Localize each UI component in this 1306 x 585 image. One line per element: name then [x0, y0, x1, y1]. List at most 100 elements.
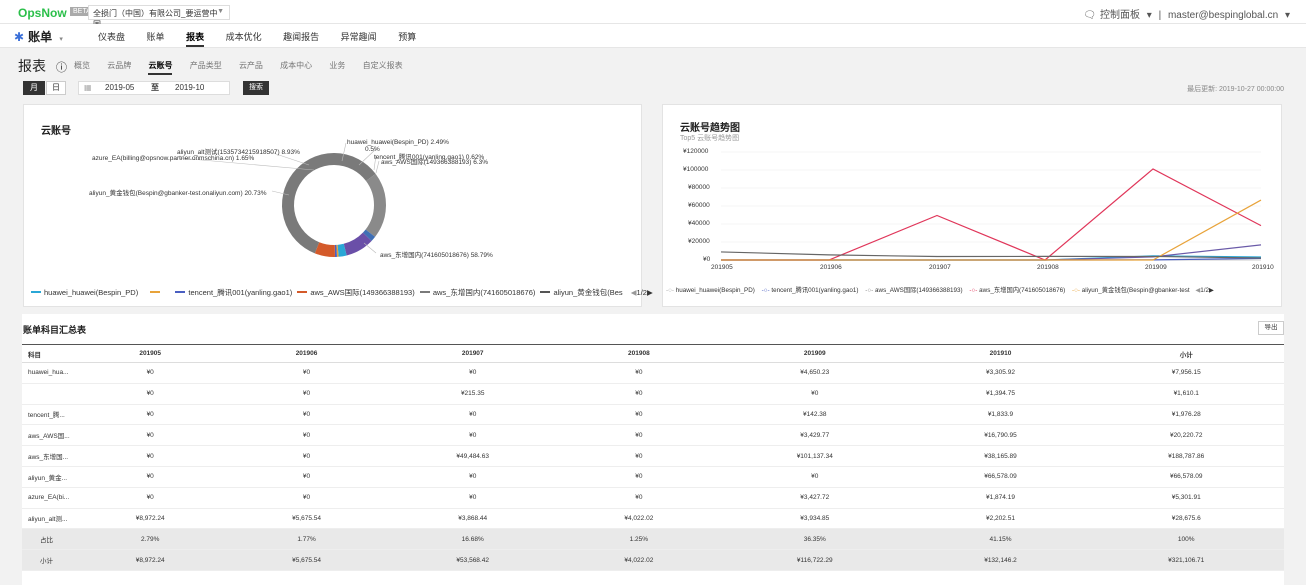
table-cell: ¥0 [560, 445, 718, 467]
column-header[interactable]: 201910 [912, 344, 1089, 363]
legend-item[interactable]: aws_AWS国际(149366388193) [875, 287, 963, 294]
table-cell: 1.25% [560, 528, 718, 551]
table-cell: ¥8,972.24 [72, 549, 229, 571]
legend-item[interactable]: aws_AWS国际(149366388193) [310, 288, 414, 297]
table-cell: ¥20,220.72 [1088, 424, 1284, 447]
tab-business[interactable]: 业务 [329, 61, 345, 70]
search-button[interactable]: 搜索 [243, 81, 269, 95]
legend-item[interactable]: aliyun_黄金钱包(Bespin@gbanker-test [1082, 287, 1190, 294]
nav-item-insight-report[interactable]: 趣闻报告 [283, 32, 319, 42]
table-cell: ¥3,868.44 [384, 508, 561, 530]
series-line[interactable] [720, 251, 1262, 259]
column-header[interactable]: 201907 [384, 344, 561, 363]
table-cell: ¥0 [228, 362, 385, 384]
column-header[interactable]: 201906 [228, 344, 385, 363]
line-chart [720, 151, 1262, 261]
tab-cloud-product[interactable]: 云产品 [239, 61, 263, 70]
legend-marker [175, 291, 186, 294]
y-tick-label: ¥40000 [688, 220, 710, 227]
series-line[interactable] [721, 244, 1262, 261]
donut-slice[interactable] [365, 173, 386, 237]
user-menu[interactable]: master@bespinglobal.cn [1168, 10, 1278, 21]
legend-marker [540, 291, 551, 294]
legend-item[interactable]: aws_东增国内(741605018676) [979, 287, 1065, 294]
tab-product-type[interactable]: 产品类型 [190, 61, 222, 70]
column-header[interactable]: 201909 [717, 344, 913, 363]
table-cell: ¥28,675.6 [1088, 508, 1284, 530]
app-switcher[interactable]: ✱ 账单 ▾ [14, 28, 63, 45]
legend-item[interactable]: tencent_腾讯001(yanling.gao1) [188, 288, 292, 297]
nav-item-bill[interactable]: 账单 [147, 32, 165, 42]
legend-item[interactable]: aliyun_黄金钱包(Bes [553, 288, 622, 297]
chevron-down-icon[interactable]: ▾ [1147, 10, 1152, 21]
nav-item-anomaly[interactable]: 异常趣闻 [341, 32, 377, 42]
legend-item[interactable]: aws_东增国内(741605018676) [433, 288, 536, 297]
donut-slice[interactable] [314, 242, 336, 257]
nav-item-dashboard[interactable]: 仪表盘 [98, 32, 125, 42]
table-cell: ¥5,675.54 [228, 508, 385, 530]
table-cell: ¥7,956.15 [1088, 362, 1284, 384]
tab-overview[interactable]: 概览 [74, 61, 90, 70]
legend-marker: -○- [969, 287, 978, 294]
legend-item[interactable]: huawei_huawei(Bespin_PD) [676, 287, 755, 294]
column-header[interactable]: 科目 [22, 344, 72, 363]
nav-item-cost-optimization[interactable]: 成本优化 [226, 32, 262, 42]
last-update-text: 最后更新: 2019-10-27 00:00:00 [1187, 86, 1284, 93]
table-cell: ¥0 [72, 445, 229, 467]
legend-marker: -○- [865, 287, 874, 294]
chevron-down-icon[interactable]: ▾ [1285, 10, 1290, 21]
tab-cloud-account[interactable]: 云账号 [148, 61, 173, 75]
table-cell: ¥3,429.77 [717, 424, 913, 447]
table-cell: ¥0 [560, 383, 718, 405]
tab-cost-center[interactable]: 成本中心 [280, 61, 312, 70]
table-cell: ¥142.38 [717, 404, 913, 426]
table-cell: ¥3,427.72 [717, 487, 913, 509]
info-icon[interactable]: ⓘ [56, 62, 67, 74]
table-cell: ¥4,022.02 [560, 549, 718, 571]
nav-item-budget[interactable]: 预算 [398, 32, 416, 42]
series-line[interactable] [721, 168, 1262, 261]
donut-label: aws_东增国内(741605018676) 58.79% [380, 252, 493, 259]
column-header[interactable]: 小计 [1088, 344, 1284, 363]
table-row: tencent_腾... ¥0 ¥0 ¥0 ¥0 ¥142.38 ¥1,833.9 ¥1,97… [22, 404, 1284, 426]
table-cell: ¥0 [560, 466, 718, 488]
date-range-picker[interactable]: ▦ 2019-05 至 2019-10 [78, 81, 230, 95]
legend-item[interactable]: huawei_huawei(Bespin_PD) [44, 288, 138, 297]
table-cell: 100% [1088, 528, 1284, 551]
nav-item-report[interactable]: 报表 [186, 32, 205, 47]
column-header[interactable]: 201908 [560, 344, 718, 363]
opsnow-logo[interactable]: OpsNow [18, 6, 67, 20]
bill-summary-card: 账单科目汇总表 导出 科目 201905 201906 201907 20190… [22, 314, 1284, 585]
legend-next-icon[interactable]: ▶ [1209, 287, 1214, 294]
table-cell: ¥3,305.92 [912, 362, 1089, 384]
series-line[interactable] [721, 199, 1262, 261]
table-cell: ¥0 [72, 383, 229, 405]
bill-summary-table: 科目 201905 201906 201907 201908 201909 20… [22, 344, 1284, 571]
table-cell: ¥0 [228, 466, 385, 488]
table-cell: ¥38,165.89 [912, 445, 1089, 467]
donut-slice[interactable] [362, 229, 376, 241]
legend-marker: -○- [666, 287, 674, 294]
legend-marker: -○- [761, 287, 770, 294]
tab-custom-report[interactable]: 自定义报表 [363, 61, 403, 70]
legend-item[interactable]: tencent_腾讯001(yanling.gao1) [771, 287, 858, 294]
table-cell: ¥0 [384, 424, 561, 447]
table-cell: ¥0 [72, 404, 229, 426]
month-toggle-button[interactable]: 月 [23, 81, 45, 95]
control-panel-link[interactable]: 控制面板 [1100, 10, 1140, 21]
donut-slice[interactable] [337, 243, 347, 257]
table-cell: 36.35% [717, 528, 913, 551]
table-row: aliyun_黄金... ¥0 ¥0 ¥0 ¥0 ¥0 ¥66,578.09 ¥66,578.… [22, 466, 1284, 488]
legend-next-icon[interactable]: ▶ [647, 288, 653, 297]
chat-icon[interactable]: 🗨 [1083, 10, 1096, 21]
donut-label: azure_EA(billing@opsnow.partner.onmschin… [92, 155, 255, 162]
tab-cloud-brand[interactable]: 云品牌 [107, 61, 131, 70]
donut-label: aws_AWS国际(149366388193) 6.3% [381, 159, 489, 166]
donut-slice[interactable] [282, 153, 376, 254]
day-toggle-button[interactable]: 日 [46, 81, 66, 95]
app-name: 账单 [28, 30, 53, 44]
table-cell: ¥5,301.91 [1088, 487, 1284, 509]
export-button[interactable]: 导出 [1258, 321, 1284, 335]
organization-select[interactable]: 全损门（中国）有限公司_要运营中国 ▼ [88, 5, 230, 29]
column-header[interactable]: 201905 [72, 344, 229, 363]
